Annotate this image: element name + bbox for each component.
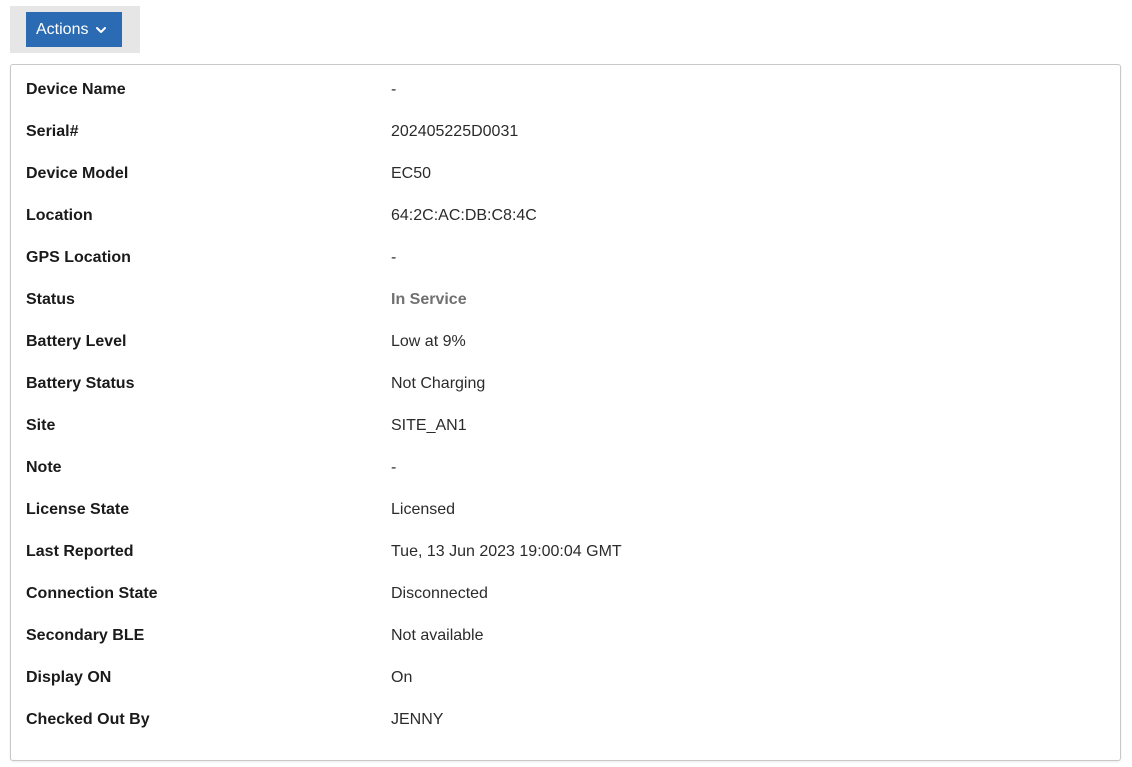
detail-row-connection-state: Connection State Disconnected <box>26 573 1110 615</box>
device-details-list: Device Name - Serial# 202405225D0031 Dev… <box>26 69 1110 741</box>
detail-row-device-name: Device Name - <box>26 69 1110 111</box>
detail-value: On <box>391 669 413 686</box>
detail-row-secondary-ble: Secondary BLE Not available <box>26 615 1110 657</box>
actions-button[interactable]: Actions <box>26 12 122 47</box>
detail-row-location: Location 64:2C:AC:DB:C8:4C <box>26 195 1110 237</box>
detail-value: 64:2C:AC:DB:C8:4C <box>391 207 537 224</box>
detail-label: License State <box>26 501 130 518</box>
detail-row-site: Site SITE_AN1 <box>26 405 1110 447</box>
detail-label: Device Name <box>26 81 126 98</box>
detail-label: Site <box>26 417 56 434</box>
detail-value: Licensed <box>391 501 456 518</box>
detail-value: - <box>391 81 397 98</box>
detail-value: - <box>391 249 397 266</box>
detail-label: Status <box>26 291 75 308</box>
detail-value: EC50 <box>391 165 432 182</box>
detail-label: Serial# <box>26 123 79 140</box>
detail-row-checked-out-by: Checked Out By JENNY <box>26 699 1110 741</box>
detail-label: Checked Out By <box>26 711 150 728</box>
detail-label: Battery Level <box>26 333 127 350</box>
chevron-down-icon <box>96 26 107 33</box>
detail-label: Location <box>26 207 93 224</box>
detail-row-battery-level: Battery Level Low at 9% <box>26 321 1110 363</box>
detail-label: Display ON <box>26 669 112 686</box>
device-details-panel: Device Name - Serial# 202405225D0031 Dev… <box>10 64 1121 761</box>
detail-value: Tue, 13 Jun 2023 19:00:04 GMT <box>391 543 622 560</box>
detail-row-note: Note - <box>26 447 1110 489</box>
detail-row-battery-status: Battery Status Not Charging <box>26 363 1110 405</box>
detail-row-device-model: Device Model EC50 <box>26 153 1110 195</box>
detail-row-last-reported: Last Reported Tue, 13 Jun 2023 19:00:04 … <box>26 531 1110 573</box>
detail-row-serial: Serial# 202405225D0031 <box>26 111 1110 153</box>
detail-label: Last Reported <box>26 543 134 560</box>
detail-value: Not available <box>391 627 484 644</box>
detail-label: Device Model <box>26 165 129 182</box>
detail-label: Battery Status <box>26 375 135 392</box>
detail-row-gps-location: GPS Location - <box>26 237 1110 279</box>
status-value: In Service <box>391 291 467 308</box>
detail-value: Not Charging <box>391 375 486 392</box>
actions-label: Actions <box>36 20 89 38</box>
detail-row-status: Status In Service <box>26 279 1110 321</box>
detail-label: Secondary BLE <box>26 627 145 644</box>
actions-toolbar: Actions <box>10 6 140 53</box>
detail-value: Low at 9% <box>391 333 466 350</box>
detail-label: Note <box>26 459 62 476</box>
detail-label: GPS Location <box>26 249 131 266</box>
detail-value: JENNY <box>391 711 444 728</box>
detail-row-display-on: Display ON On <box>26 657 1110 699</box>
detail-row-license-state: License State Licensed <box>26 489 1110 531</box>
detail-label: Connection State <box>26 585 158 602</box>
detail-value: - <box>391 459 397 476</box>
detail-value: Disconnected <box>391 585 488 602</box>
detail-value: SITE_AN1 <box>391 417 467 434</box>
detail-value: 202405225D0031 <box>391 123 519 140</box>
